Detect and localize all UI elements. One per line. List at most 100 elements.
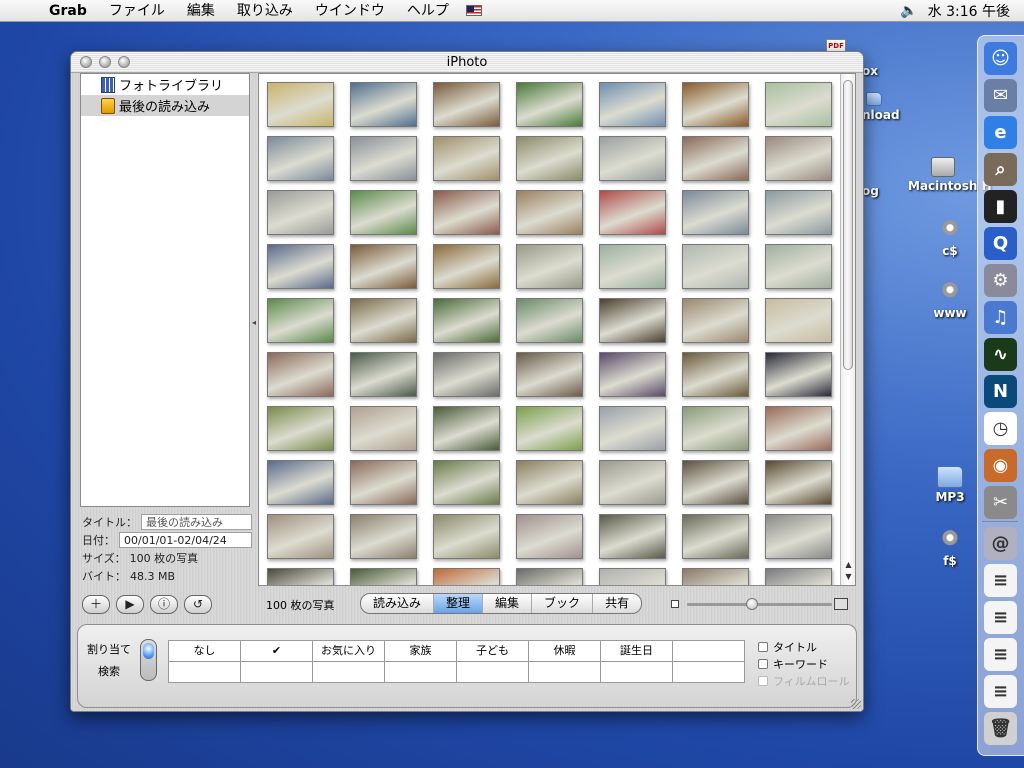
scroll-up-arrow-icon[interactable]: ▲ (841, 559, 855, 571)
activity-monitor-icon[interactable]: ∿ (984, 338, 1017, 371)
rotate-button[interactable]: ↺ (184, 595, 212, 614)
size-slider[interactable] (671, 598, 856, 610)
photo-thumbnail[interactable] (267, 82, 334, 127)
photo-thumbnail[interactable] (350, 190, 417, 235)
show-info-button[interactable]: ⓘ (150, 595, 178, 614)
mail-icon[interactable]: ✉ (984, 79, 1017, 112)
finder-icon[interactable]: ☺ (984, 42, 1017, 75)
photo-thumbnail[interactable] (267, 406, 334, 451)
desktop-item[interactable]: f$ (930, 530, 970, 568)
photo-thumbnail[interactable] (599, 568, 666, 585)
photo-thumbnail[interactable] (267, 514, 334, 559)
trash-icon[interactable]: 🗑 (984, 712, 1017, 745)
input-menu-flag-icon[interactable] (465, 5, 482, 16)
photo-thumbnail[interactable] (682, 298, 749, 343)
keyword-cell[interactable]: 誕生日 (601, 641, 673, 662)
keyword-cell[interactable]: 家族 (385, 641, 457, 662)
keyword-cell[interactable] (241, 662, 313, 683)
mail-at-icon[interactable]: @ (984, 527, 1017, 560)
photo-thumbnail[interactable] (599, 82, 666, 127)
photo-thumbnail[interactable] (433, 514, 500, 559)
document-icon-2[interactable]: ≡ (984, 601, 1017, 634)
menu-edit[interactable]: 編集 (176, 0, 226, 22)
photo-thumbnail[interactable] (433, 244, 500, 289)
slideshow-button[interactable]: ▶ (116, 595, 144, 614)
photo-thumbnail[interactable] (350, 136, 417, 181)
photo-thumbnail[interactable] (267, 352, 334, 397)
menu-app-name[interactable]: Grab (38, 0, 98, 22)
photo-thumbnail[interactable] (765, 244, 832, 289)
info-date-field[interactable]: 00/01/01-02/04/24 (119, 532, 252, 548)
photo-thumbnail[interactable] (433, 136, 500, 181)
photo-thumbnail[interactable] (350, 352, 417, 397)
keyword-cell[interactable]: 休暇 (529, 641, 601, 662)
desktop-item[interactable]: ox (862, 64, 878, 78)
photo-thumbnail[interactable] (433, 82, 500, 127)
photo-thumbnail[interactable] (682, 514, 749, 559)
add-album-button[interactable]: ＋ (82, 595, 110, 614)
photo-thumbnail[interactable] (350, 82, 417, 127)
internet-explorer-icon[interactable]: e (984, 116, 1017, 149)
menu-import[interactable]: 取り込み (226, 0, 304, 22)
photo-thumbnail[interactable] (599, 244, 666, 289)
menubar-clock[interactable]: 水 3:16 午後 (928, 1, 1010, 21)
photo-thumbnail[interactable] (682, 406, 749, 451)
photo-thumbnail[interactable] (765, 514, 832, 559)
photo-thumbnail[interactable] (682, 136, 749, 181)
photo-thumbnail[interactable] (682, 460, 749, 505)
document-icon-1[interactable]: ≡ (984, 564, 1017, 597)
quicktime-icon[interactable]: Q (984, 227, 1017, 260)
keyword-cell[interactable] (673, 662, 745, 683)
assign-search-toggle[interactable] (140, 639, 157, 681)
document-icon-4[interactable]: ≡ (984, 675, 1017, 708)
photo-thumbnail[interactable] (350, 514, 417, 559)
info-title-field[interactable]: 最後の読み込み (141, 514, 252, 530)
menu-file[interactable]: ファイル (98, 0, 176, 22)
photo-thumbnail[interactable] (516, 460, 583, 505)
vertical-scrollbar[interactable]: ▲ ▼ (840, 74, 855, 585)
photo-thumbnail[interactable] (516, 82, 583, 127)
photo-thumbnail[interactable] (516, 352, 583, 397)
photo-thumbnail[interactable] (765, 406, 832, 451)
photo-thumbnail[interactable] (599, 406, 666, 451)
photo-thumbnail[interactable] (599, 460, 666, 505)
photo-thumbnail[interactable] (267, 460, 334, 505)
photo-thumbnail[interactable] (516, 244, 583, 289)
desktop-item[interactable]: MP3 (930, 466, 970, 504)
photo-thumbnail[interactable] (350, 244, 417, 289)
slider-track[interactable] (687, 603, 832, 606)
photo-thumbnail[interactable] (516, 568, 583, 585)
photo-thumbnail[interactable] (765, 352, 832, 397)
keyword-cell[interactable] (385, 662, 457, 683)
desktop-item[interactable]: c$ (930, 220, 970, 258)
photo-thumbnail[interactable] (765, 568, 832, 585)
photo-thumbnail[interactable] (433, 298, 500, 343)
iphoto-icon[interactable]: ◉ (984, 449, 1017, 482)
keyword-cell[interactable] (313, 662, 385, 683)
photo-thumbnail[interactable] (350, 406, 417, 451)
desktop-item[interactable]: nload (862, 92, 900, 122)
slider-knob[interactable] (746, 598, 759, 610)
photo-thumbnail[interactable] (516, 406, 583, 451)
title-bar[interactable]: iPhoto (71, 52, 863, 73)
photo-thumbnail[interactable] (682, 568, 749, 585)
photo-thumbnail[interactable] (267, 190, 334, 235)
photo-thumbnail[interactable] (516, 298, 583, 343)
photo-thumbnail[interactable] (516, 190, 583, 235)
keyword-cell[interactable]: なし (169, 641, 241, 662)
photo-thumbnail[interactable] (765, 298, 832, 343)
photo-thumbnail[interactable] (682, 82, 749, 127)
photo-thumbnail[interactable] (433, 190, 500, 235)
photo-thumbnail[interactable] (433, 460, 500, 505)
photo-thumbnail[interactable] (350, 460, 417, 505)
photo-thumbnail[interactable] (682, 352, 749, 397)
mode-edit[interactable]: 編集 (483, 594, 533, 613)
photo-thumbnail[interactable] (267, 298, 334, 343)
scroll-down-arrow-icon[interactable]: ▼ (841, 571, 855, 583)
desktop-item[interactable]: Macintosh H (908, 157, 992, 193)
photo-thumbnail[interactable] (599, 190, 666, 235)
document-icon-3[interactable]: ≡ (984, 638, 1017, 671)
keyword-cell[interactable] (169, 662, 241, 683)
photo-thumbnail[interactable] (350, 298, 417, 343)
zoom-button[interactable] (118, 56, 130, 68)
